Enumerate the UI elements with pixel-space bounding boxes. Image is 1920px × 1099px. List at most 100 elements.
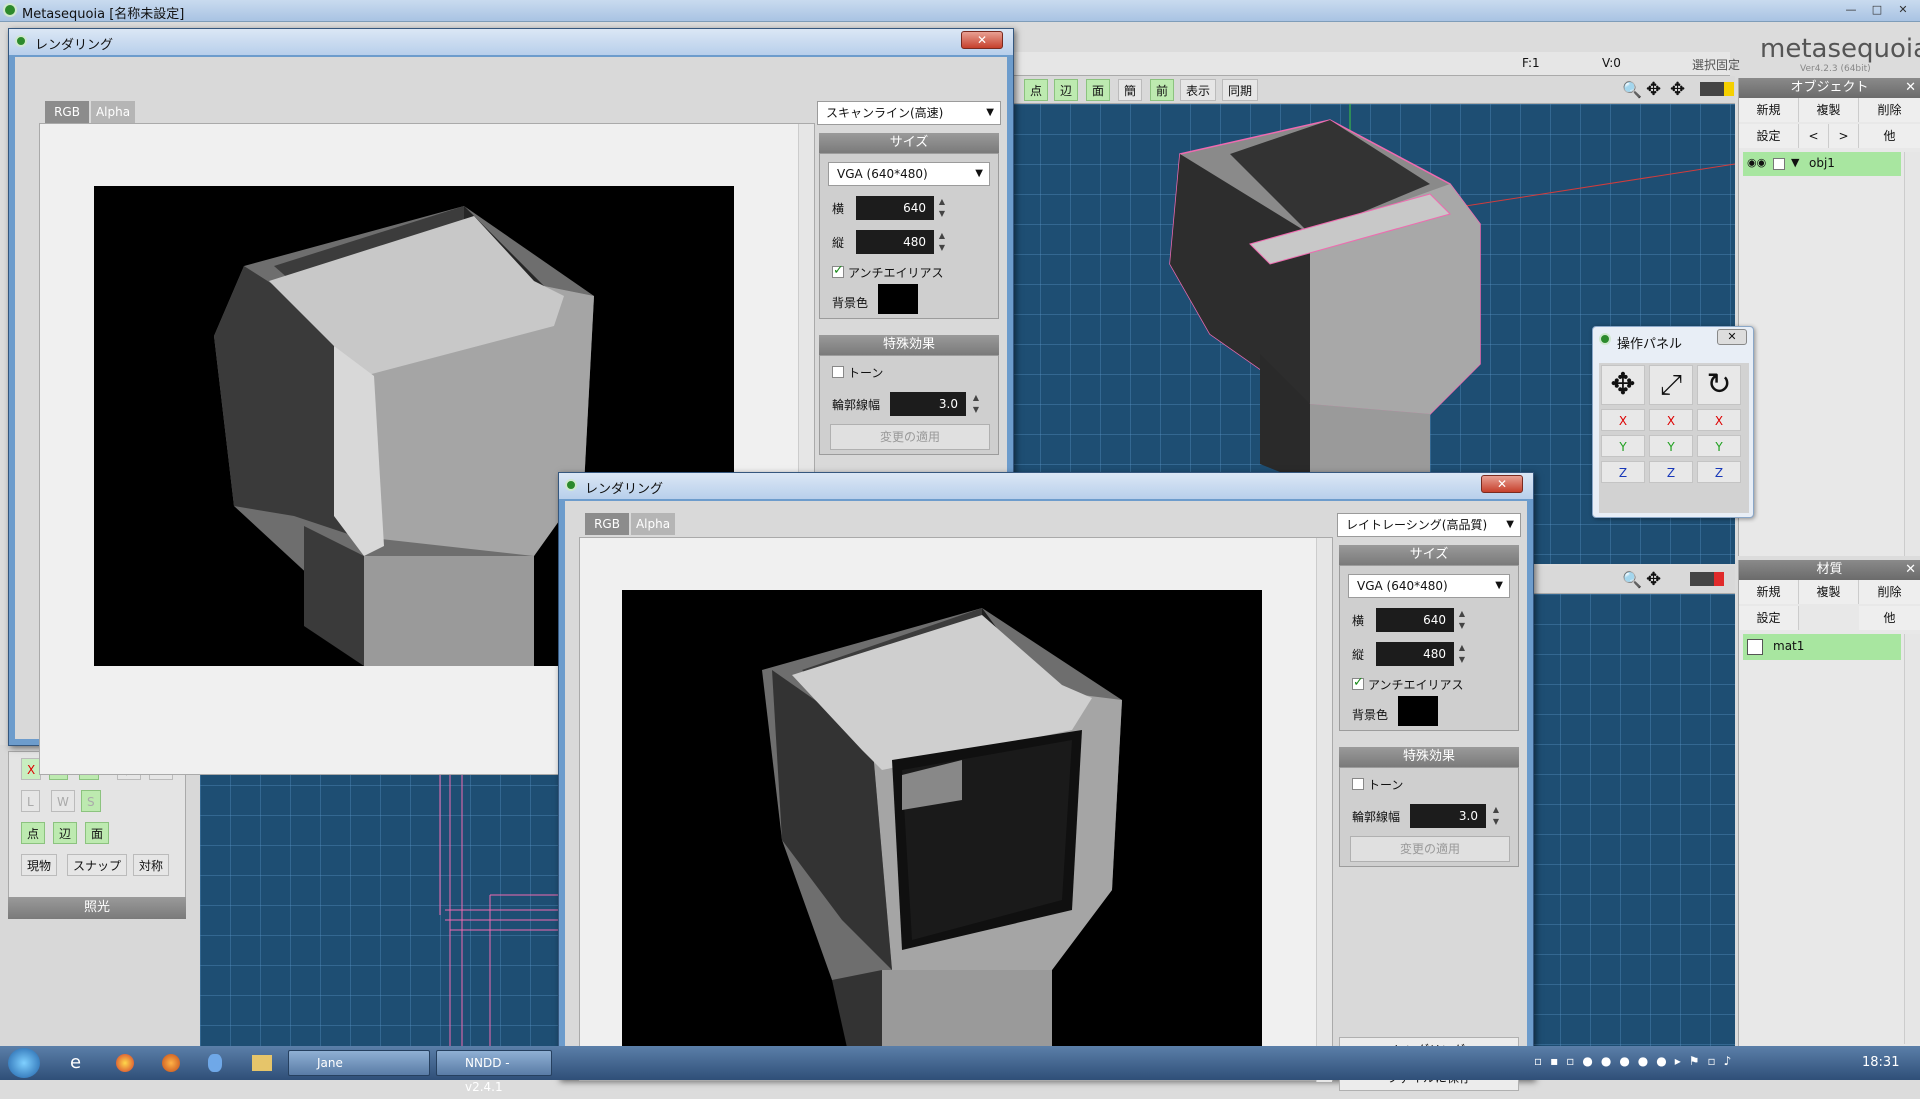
simple-button[interactable]: 簡 <box>1118 79 1143 101</box>
tab-alpha[interactable]: Alpha <box>91 101 135 123</box>
material-list-item[interactable]: mat1 <box>1743 634 1901 660</box>
firefox-icon[interactable] <box>162 1054 180 1072</box>
zoom-icon[interactable]: 🔍 <box>1622 80 1642 99</box>
tab-rgb[interactable]: RGB <box>45 101 89 123</box>
tab-rgb[interactable]: RGB <box>585 513 629 535</box>
antialias-checkbox[interactable] <box>1352 675 1364 690</box>
display-button[interactable]: 表示 <box>1180 79 1217 101</box>
render-window-close-icon[interactable]: ✕ <box>961 31 1003 49</box>
outline-width-spinner[interactable]: ▲ ▼ <box>970 392 982 416</box>
left-edge-button[interactable]: 辺 <box>53 822 78 844</box>
current-button[interactable]: 現物 <box>21 854 58 876</box>
lighting-button[interactable]: 照光 <box>8 897 186 919</box>
visibility-icon[interactable]: ◉◉ <box>1747 156 1766 169</box>
ops-panel-close-icon[interactable]: ✕ <box>1717 329 1747 345</box>
apply-changes-button[interactable]: 変更の適用 <box>830 424 990 450</box>
scale-y-button[interactable]: Y <box>1649 435 1693 457</box>
bg-color-swatch[interactable] <box>878 284 918 314</box>
task-nndd[interactable]: NNDD - v2.4.1 <box>436 1050 552 1094</box>
size-preset-select[interactable]: VGA (640*480) ▼ <box>1348 574 1510 598</box>
symmetry-button[interactable]: 対称 <box>133 854 170 876</box>
antialias-checkbox[interactable] <box>832 263 844 278</box>
material-other-button[interactable]: 他 <box>1859 606 1920 630</box>
bg-color-swatch[interactable] <box>1398 696 1438 726</box>
canvas-vscroll[interactable] <box>1316 538 1332 1082</box>
move-view-icon[interactable]: ✥ <box>1646 79 1661 100</box>
mode-edge-button[interactable]: 辺 <box>1054 79 1079 101</box>
scale-x-button[interactable]: X <box>1649 409 1693 431</box>
tone-checkbox[interactable] <box>832 366 844 378</box>
width-spinner[interactable]: ▲ ▼ <box>1456 608 1468 632</box>
rotate-tool-icon[interactable]: ↻ <box>1697 365 1741 405</box>
move-view-icon[interactable]: ✥ <box>1646 569 1661 590</box>
screen-mode-icon[interactable] <box>1690 572 1724 586</box>
move-tool-icon[interactable]: ✥ <box>1601 365 1645 405</box>
move-x-button[interactable]: X <box>1601 409 1645 431</box>
object-list-item[interactable]: ◉◉ ▼ obj1 <box>1743 152 1901 176</box>
tab-alpha[interactable]: Alpha <box>631 513 675 535</box>
mode-face-button[interactable]: 面 <box>1086 79 1111 101</box>
local-button[interactable]: L <box>21 790 40 812</box>
render-method-select[interactable]: レイトレーシング(高品質) ▼ <box>1337 513 1521 537</box>
snap-button[interactable]: スナップ <box>67 854 128 876</box>
material-new-button[interactable]: 新規 <box>1739 580 1799 604</box>
screen-button[interactable]: S <box>81 790 101 812</box>
rotate-view-icon[interactable]: ✥ <box>1670 79 1685 100</box>
ie-icon[interactable]: e <box>70 1052 81 1073</box>
selection-lock-button[interactable]: 選択固定 <box>1692 56 1772 73</box>
width-spinner[interactable]: ▲ ▼ <box>936 196 948 220</box>
minimize-icon[interactable]: — <box>1840 2 1862 18</box>
render-method-select[interactable]: スキャンライン(高速) ▼ <box>817 101 1001 125</box>
object-next-button[interactable]: > <box>1829 124 1859 148</box>
object-prev-button[interactable]: < <box>1799 124 1829 148</box>
close-icon[interactable]: ✕ <box>1892 2 1914 18</box>
app-launcher-icon[interactable] <box>208 1054 222 1072</box>
material-list-scrollbar[interactable] <box>1904 634 1920 1044</box>
material-settings-button[interactable]: 設定 <box>1739 606 1799 630</box>
task-jane[interactable]: Jane <box>288 1050 430 1076</box>
render-window-close-icon[interactable]: ✕ <box>1481 475 1523 493</box>
height-input[interactable]: 480 <box>1376 642 1454 666</box>
lock-checkbox[interactable] <box>1773 158 1785 170</box>
zoom-icon[interactable]: 🔍 <box>1622 570 1642 589</box>
outline-width-spinner[interactable]: ▲ ▼ <box>1490 804 1502 828</box>
left-face-button[interactable]: 面 <box>85 822 110 844</box>
tone-checkbox[interactable] <box>1352 778 1364 790</box>
outline-width-input[interactable]: 3.0 <box>890 392 966 416</box>
left-vertex-button[interactable]: 点 <box>21 822 46 844</box>
move-y-button[interactable]: Y <box>1601 435 1645 457</box>
rotate-y-button[interactable]: Y <box>1697 435 1741 457</box>
material-panel-close-icon[interactable]: ✕ <box>1905 562 1916 577</box>
height-spinner[interactable]: ▲ ▼ <box>1456 642 1468 666</box>
apply-changes-button[interactable]: 変更の適用 <box>1350 836 1510 862</box>
sync-button[interactable]: 同期 <box>1222 79 1259 101</box>
rotate-z-button[interactable]: Z <box>1697 461 1741 483</box>
width-input[interactable]: 640 <box>1376 608 1454 632</box>
object-list-scrollbar[interactable] <box>1904 152 1920 556</box>
width-input[interactable]: 640 <box>856 196 934 220</box>
folder-icon[interactable] <box>252 1055 272 1071</box>
move-z-button[interactable]: Z <box>1601 461 1645 483</box>
object-new-button[interactable]: 新規 <box>1739 98 1799 122</box>
chrome-icon[interactable] <box>116 1054 134 1072</box>
world-button[interactable]: W <box>51 790 75 812</box>
scale-tool-icon[interactable]: ⤢ <box>1649 365 1693 405</box>
expand-icon[interactable]: ▼ <box>1791 156 1799 169</box>
object-duplicate-button[interactable]: 複製 <box>1799 98 1859 122</box>
object-other-button[interactable]: 他 <box>1859 124 1920 148</box>
start-button[interactable] <box>8 1048 40 1078</box>
object-delete-button[interactable]: 削除 <box>1859 98 1920 122</box>
material-duplicate-button[interactable]: 複製 <box>1799 580 1859 604</box>
screen-mode-icon[interactable] <box>1700 82 1734 96</box>
object-panel-close-icon[interactable]: ✕ <box>1905 80 1916 95</box>
material-delete-button[interactable]: 削除 <box>1859 580 1920 604</box>
scale-z-button[interactable]: Z <box>1649 461 1693 483</box>
system-tray-icons[interactable]: ▫▪▫●●●●●▸⚑▫♪ <box>1534 1054 1854 1072</box>
front-button[interactable]: 前 <box>1150 79 1175 101</box>
maximize-icon[interactable]: □ <box>1866 2 1888 18</box>
height-input[interactable]: 480 <box>856 230 934 254</box>
height-spinner[interactable]: ▲ ▼ <box>936 230 948 254</box>
mode-vertex-button[interactable]: 点 <box>1024 79 1049 101</box>
outline-width-input[interactable]: 3.0 <box>1410 804 1486 828</box>
size-preset-select[interactable]: VGA (640*480) ▼ <box>828 162 990 186</box>
